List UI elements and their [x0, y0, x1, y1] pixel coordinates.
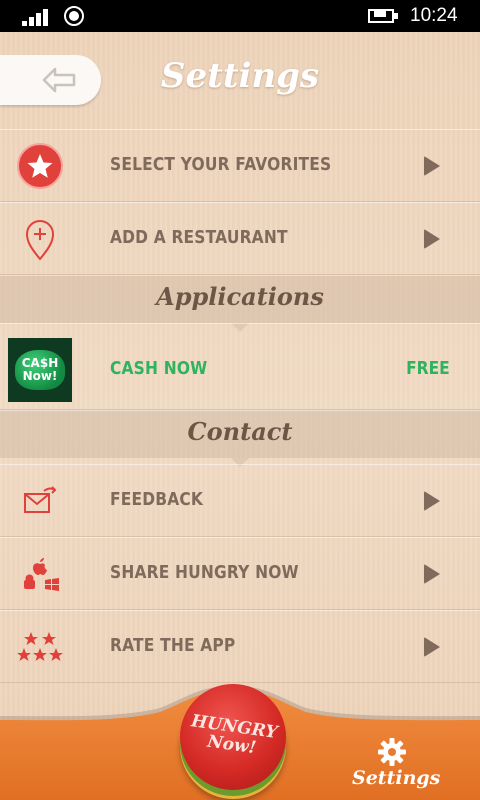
section-title: Contact	[187, 417, 293, 446]
chevron-right-icon	[424, 491, 442, 511]
cash-now-app-icon: CA$H Now!	[8, 338, 72, 402]
contact-item-rate[interactable]: RATE THE APP	[0, 610, 480, 683]
menu-item-favorites[interactable]: SELECT YOUR FAVORITES	[0, 129, 480, 202]
menu-item-label: SELECT YOUR FAVORITES	[110, 154, 332, 175]
section-header-contact: Contact	[0, 410, 480, 467]
data-icon	[64, 6, 84, 26]
location-add-icon	[16, 215, 64, 263]
clock: 10:24	[410, 5, 458, 26]
contact-item-label: FEEDBACK	[110, 489, 204, 510]
settings-page: Settings SELECT YOUR FAVORITES ADD A RES…	[0, 32, 480, 800]
contact-item-label: SHARE HUNGRY NOW	[110, 562, 299, 583]
menu-item-label: ADD A RESTAURANT	[110, 227, 288, 248]
status-bar: 10:24	[0, 0, 480, 32]
app-item-cash-now[interactable]: CA$H Now! CASH NOW FREE	[0, 323, 480, 410]
contact-item-feedback[interactable]: FEEDBACK	[0, 464, 480, 537]
settings-tab[interactable]: Settings	[352, 737, 441, 797]
chevron-right-icon	[424, 156, 442, 176]
stars-icon	[16, 623, 64, 671]
page-title: Settings	[160, 56, 320, 96]
header: Settings	[0, 32, 480, 129]
platforms-icon	[16, 550, 64, 598]
chevron-right-icon	[424, 229, 442, 249]
gear-icon	[378, 738, 406, 766]
star-icon	[16, 142, 64, 190]
section-title: Applications	[156, 282, 324, 311]
battery-charging-icon	[368, 9, 398, 23]
menu-item-add-restaurant[interactable]: ADD A RESTAURANT	[0, 202, 480, 275]
signal-icon	[22, 8, 54, 26]
settings-tab-label: Settings	[352, 767, 441, 789]
mail-share-icon	[16, 477, 64, 525]
app-price: FREE	[406, 358, 450, 379]
chevron-right-icon	[424, 564, 442, 584]
contact-item-label: RATE THE APP	[110, 635, 236, 656]
contact-item-share[interactable]: SHARE HUNGRY NOW	[0, 537, 480, 610]
chevron-right-icon	[424, 637, 442, 657]
hungry-now-label: HUNGRY Now!	[189, 711, 279, 759]
section-header-applications: Applications	[0, 275, 480, 332]
hungry-now-button[interactable]: HUNGRY Now!	[180, 684, 286, 790]
app-name: CASH NOW	[110, 358, 208, 379]
